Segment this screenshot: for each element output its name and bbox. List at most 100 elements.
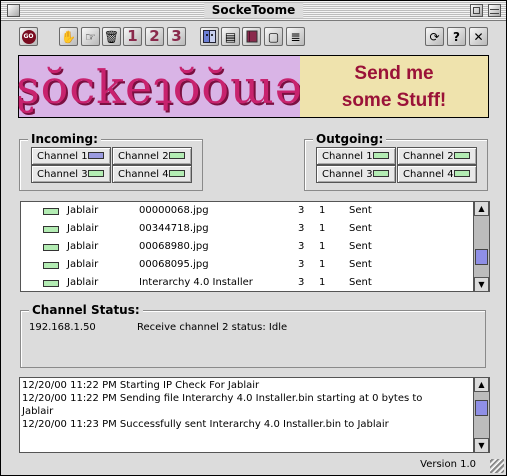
channel-label: Channel 1: [322, 150, 373, 162]
table-row[interactable]: Jablair Interarchy 4.0 Installer 3 1 Sen…: [21, 275, 473, 293]
window-icon[interactable]: ▢: [264, 27, 283, 46]
row-status: Sent: [349, 259, 372, 270]
channel-status-led: [373, 152, 389, 159]
incoming-channel-3-button[interactable]: Channel 3: [31, 165, 111, 183]
window-title: SockeToome: [203, 3, 304, 18]
row-status: Sent: [349, 241, 372, 252]
row-status: Sent: [349, 223, 372, 234]
row-col2: 1: [319, 223, 326, 234]
row-status-led: [43, 262, 59, 269]
address-book-icon[interactable]: ▤: [221, 27, 240, 46]
zoom-box-icon[interactable]: [470, 4, 483, 17]
row-user: Jablair: [67, 241, 99, 252]
row-status-led: [43, 244, 59, 251]
scroll-up-icon[interactable]: ▲: [474, 377, 489, 392]
scroll-down-icon[interactable]: ▼: [474, 438, 489, 453]
log-line: Jablair: [22, 406, 54, 417]
incoming-channel-1-button[interactable]: Channel 1: [31, 147, 111, 165]
list-scrollbar[interactable]: ▲ ▼: [473, 201, 489, 292]
row-status-led: [43, 208, 59, 215]
outgoing-channel-1-button[interactable]: Channel 1: [316, 147, 396, 165]
row-col1: 3: [298, 259, 305, 270]
banner-logo: ʂŏckeʇŏŏɯə: [16, 56, 302, 117]
tagline-line-2: some Stuff!: [341, 89, 447, 111]
row-col2: 1: [319, 277, 326, 288]
row-col1: 3: [298, 277, 305, 288]
channel-label: Channel 3: [322, 168, 373, 180]
tagline-line-1: Send me: [354, 62, 434, 84]
row-status: Sent: [349, 277, 372, 288]
channel-status-label: Channel Status:: [29, 303, 143, 317]
channel-label: Channel 1: [37, 150, 88, 162]
close-icon[interactable]: ✕: [469, 27, 488, 46]
channel-3-button[interactable]: 3: [167, 27, 186, 46]
row-col2: 1: [319, 259, 326, 270]
row-status: Sent: [349, 205, 372, 216]
row-status-led: [43, 280, 59, 287]
channel-2-button[interactable]: 2: [145, 27, 164, 46]
table-row[interactable]: Jablair 00068095.jpg 3 1 Sent: [21, 257, 473, 275]
app-window: SockeToome GO ✋ ☞ 🗑 1 2 3 ▤ ▢ ≣ ⟳ ? ✕ ʂŏ…: [0, 0, 507, 476]
incoming-channel-2-button[interactable]: Channel 2: [112, 147, 192, 165]
scroll-thumb[interactable]: [475, 249, 488, 265]
log-line: 12/20/00 11:23 PM Successfully sent Inte…: [22, 419, 389, 430]
channel-status-led: [454, 152, 470, 159]
help-icon[interactable]: ?: [447, 27, 466, 46]
channel-label: Channel 3: [37, 168, 88, 180]
channel-status-led: [169, 170, 185, 177]
outgoing-channel-4-button[interactable]: Channel 4: [397, 165, 477, 183]
outgoing-label: Outgoing:: [313, 132, 387, 146]
incoming-channel-4-button[interactable]: Channel 4: [112, 165, 192, 183]
channel-status-led: [88, 170, 104, 177]
channel-label: Channel 2: [403, 150, 454, 162]
toolbar: GO ✋ ☞ 🗑 1 2 3 ▤ ▢ ≣ ⟳ ? ✕: [1, 22, 506, 50]
log-view[interactable]: 12/20/00 11:22 PM Starting IP Check For …: [19, 377, 490, 453]
channel-1-button[interactable]: 1: [123, 27, 142, 46]
finder-icon[interactable]: [200, 27, 219, 46]
table-row[interactable]: Jablair 00344718.jpg 3 1 Sent: [21, 221, 473, 239]
refresh-icon[interactable]: ⟳: [425, 27, 444, 46]
channel-status-led: [169, 152, 185, 159]
row-col1: 3: [298, 205, 305, 216]
row-col1: 3: [298, 241, 305, 252]
row-user: Jablair: [67, 259, 99, 270]
row-file: 00000068.jpg: [139, 205, 209, 216]
channel-status-led: [373, 170, 389, 177]
close-box-icon[interactable]: [7, 4, 20, 17]
book-icon[interactable]: [242, 27, 261, 46]
version-label: Version 1.0: [420, 459, 476, 470]
hand-icon[interactable]: ✋: [59, 27, 78, 46]
document-hand-icon[interactable]: ☞: [81, 27, 100, 46]
row-user: Jablair: [67, 223, 99, 234]
channel-status-led: [88, 152, 104, 159]
row-col2: 1: [319, 205, 326, 216]
row-user: Jablair: [67, 205, 99, 216]
outgoing-channel-2-button[interactable]: Channel 2: [397, 147, 477, 165]
notes-icon[interactable]: ≣: [286, 27, 305, 46]
status-message: Receive channel 2 status: Idle: [137, 322, 288, 333]
scroll-thumb[interactable]: [475, 400, 488, 416]
row-col2: 1: [319, 241, 326, 252]
table-row[interactable]: Jablair 00000068.jpg 3 1 Sent: [21, 203, 473, 221]
table-row[interactable]: Jablair 00068980.jpg 3 1 Sent: [21, 239, 473, 257]
resize-grip-icon[interactable]: [490, 459, 504, 473]
log-scrollbar[interactable]: ▲ ▼: [473, 377, 489, 453]
channel-status-group: Channel Status: 192.168.1.50 Receive cha…: [20, 303, 486, 368]
collapse-box-icon[interactable]: [488, 4, 501, 17]
incoming-label: Incoming:: [28, 132, 101, 146]
incoming-group: Incoming: Channel 1 Channel 2 Channel 3 …: [19, 132, 203, 191]
status-ip: 192.168.1.50: [29, 322, 96, 333]
transfer-list[interactable]: Jablair 00000068.jpg 3 1 Sent Jablair 00…: [20, 201, 490, 292]
trash-icon[interactable]: 🗑: [102, 27, 121, 46]
channel-label: Channel 4: [403, 168, 454, 180]
outgoing-channel-3-button[interactable]: Channel 3: [316, 165, 396, 183]
row-file: 00068095.jpg: [139, 259, 209, 270]
go-button[interactable]: GO: [19, 27, 38, 46]
scroll-down-icon[interactable]: ▼: [474, 277, 489, 292]
banner-tagline: Send me some Stuff!: [300, 56, 488, 117]
title-bar[interactable]: SockeToome: [1, 1, 506, 21]
row-col1: 3: [298, 223, 305, 234]
row-file: 00344718.jpg: [139, 223, 209, 234]
outgoing-group: Outgoing: Channel 1 Channel 2 Channel 3 …: [304, 132, 488, 191]
scroll-up-icon[interactable]: ▲: [474, 201, 489, 216]
